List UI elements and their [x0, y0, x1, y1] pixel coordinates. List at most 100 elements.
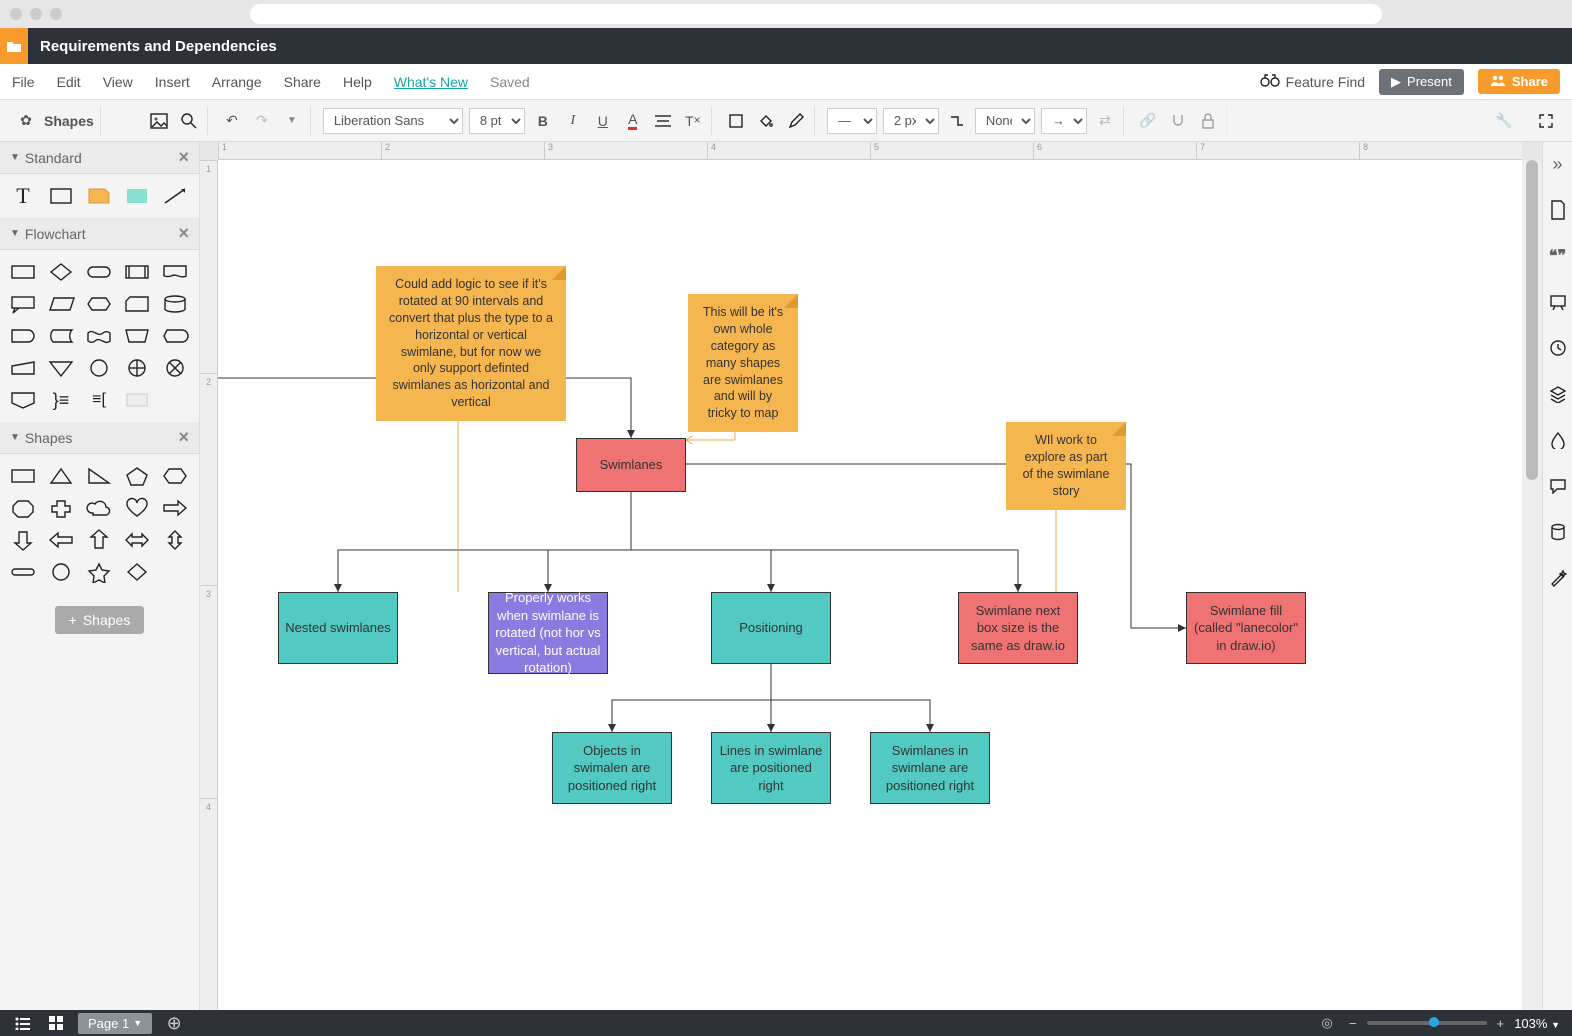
shape-merge[interactable]: [44, 354, 78, 382]
note-explore[interactable]: WIl work to explore as part of the swiml…: [1006, 422, 1126, 510]
zoom-level[interactable]: 103% ▼: [1514, 1016, 1560, 1031]
traffic-light-min[interactable]: [30, 8, 42, 20]
shape-diamond[interactable]: [120, 558, 154, 586]
wrench-icon[interactable]: 🔧: [1492, 109, 1516, 133]
vertical-scrollbar[interactable]: [1522, 160, 1542, 1010]
data-icon[interactable]: [1546, 520, 1570, 544]
menu-arrange[interactable]: Arrange: [212, 74, 262, 90]
close-icon[interactable]: ×: [178, 427, 189, 448]
shape-bar[interactable]: [6, 558, 40, 586]
panel-shapes-header[interactable]: ▼ Shapes ×: [0, 422, 199, 454]
align-icon[interactable]: [651, 109, 675, 133]
shape-arrow-l[interactable]: [44, 526, 78, 554]
shape-righttri[interactable]: [82, 462, 116, 490]
fill-icon[interactable]: [754, 109, 778, 133]
shape-triangle[interactable]: [44, 462, 78, 490]
grid-icon[interactable]: [44, 1011, 68, 1035]
omnibox[interactable]: [250, 4, 1382, 24]
line-shape[interactable]: [158, 182, 192, 210]
shape-db[interactable]: [158, 290, 192, 318]
shape-circle2[interactable]: [44, 558, 78, 586]
shape-cloud[interactable]: [82, 494, 116, 522]
menu-view[interactable]: View: [103, 74, 133, 90]
add-page-icon[interactable]: ⊕: [162, 1011, 186, 1035]
shape-hex2[interactable]: [158, 462, 192, 490]
shape-pentagon[interactable]: [120, 462, 154, 490]
italic-icon[interactable]: I: [561, 109, 585, 133]
zoom-in-icon[interactable]: +: [1497, 1016, 1505, 1031]
traffic-light-close[interactable]: [10, 8, 22, 20]
link-icon[interactable]: 🔗: [1136, 109, 1160, 133]
node-fill[interactable]: Swimlane fill (called "lanecolor" in dra…: [1186, 592, 1306, 664]
comments-icon[interactable]: [1546, 474, 1570, 498]
share-button[interactable]: Share: [1478, 69, 1560, 94]
shape-rect2[interactable]: [6, 462, 40, 490]
shape-input[interactable]: [6, 354, 40, 382]
quote-icon[interactable]: ❝❞: [1546, 244, 1570, 268]
outline-icon[interactable]: [10, 1011, 34, 1035]
swap-ends-icon[interactable]: ⇄: [1093, 109, 1117, 133]
node-boxsize[interactable]: Swimlane next box size is the same as dr…: [958, 592, 1078, 664]
shape-cross[interactable]: [44, 494, 78, 522]
zoom-out-icon[interactable]: −: [1349, 1016, 1357, 1031]
font-size-select[interactable]: 8 pt: [469, 108, 525, 134]
node-swimright[interactable]: Swimlanes in swimlane are positioned rig…: [870, 732, 990, 804]
node-positioning[interactable]: Positioning: [711, 592, 831, 664]
redo-icon[interactable]: ↷: [250, 109, 274, 133]
shape-arrow-d[interactable]: [6, 526, 40, 554]
menu-file[interactable]: File: [12, 74, 35, 90]
underline-icon[interactable]: U: [591, 109, 615, 133]
node-rotated[interactable]: Properly works when swimlane is rotated …: [488, 592, 608, 674]
lock-icon[interactable]: [1196, 109, 1220, 133]
line-fill-select[interactable]: None: [975, 108, 1035, 134]
collapse-rail-icon[interactable]: »: [1546, 152, 1570, 176]
present-rail-icon[interactable]: [1546, 290, 1570, 314]
folder-icon[interactable]: [0, 28, 28, 64]
panel-flowchart-header[interactable]: ▼ Flowchart ×: [0, 218, 199, 250]
shape-storage[interactable]: [44, 322, 78, 350]
panel-standard-header[interactable]: ▼ Standard ×: [0, 142, 199, 174]
shape-star[interactable]: [82, 558, 116, 586]
more-shapes-button[interactable]: + Shapes: [55, 606, 145, 634]
shape-arrow-r[interactable]: [158, 494, 192, 522]
shape-arrow-lr[interactable]: [120, 526, 154, 554]
fullscreen-icon[interactable]: [1534, 109, 1558, 133]
shape-terminator[interactable]: [82, 258, 116, 286]
rect-shape[interactable]: [44, 182, 78, 210]
magnet-icon[interactable]: [1166, 109, 1190, 133]
shape-manual[interactable]: [120, 322, 154, 350]
fill-rect-shape[interactable]: [120, 182, 154, 210]
magic-icon[interactable]: [1546, 566, 1570, 590]
menu-whats-new[interactable]: What's New: [394, 74, 468, 90]
drop-icon[interactable]: [1546, 428, 1570, 452]
image-icon[interactable]: [147, 109, 171, 133]
shape-tape[interactable]: [82, 322, 116, 350]
shape-predefined[interactable]: [120, 258, 154, 286]
shape-callout[interactable]: [6, 290, 40, 318]
pencil-icon[interactable]: [784, 109, 808, 133]
arrow-style-select[interactable]: →: [1041, 108, 1087, 134]
shape-octagon[interactable]: [6, 494, 40, 522]
page-tab[interactable]: Page 1▼: [78, 1013, 152, 1034]
shape-display[interactable]: [158, 322, 192, 350]
shape-offpage[interactable]: [6, 386, 40, 414]
history-icon[interactable]: [1546, 336, 1570, 360]
canvas[interactable]: Could add logic to see if it's rotated a…: [218, 160, 1522, 1010]
line-elbow-icon[interactable]: [945, 109, 969, 133]
shape-delay[interactable]: [6, 322, 40, 350]
shape-comment[interactable]: ≡[: [82, 386, 116, 414]
target-icon[interactable]: ◎: [1315, 1011, 1339, 1035]
node-linesright[interactable]: Lines in swimlane are positioned right: [711, 732, 831, 804]
shape-hex[interactable]: [82, 290, 116, 318]
node-nested[interactable]: Nested swimlanes: [278, 592, 398, 664]
traffic-light-max[interactable]: [50, 8, 62, 20]
line-width-select[interactable]: 2 px: [883, 108, 939, 134]
shape-swimlane[interactable]: [120, 386, 154, 414]
node-swimlanes[interactable]: Swimlanes: [576, 438, 686, 492]
shape-heart[interactable]: [120, 494, 154, 522]
close-icon[interactable]: ×: [178, 147, 189, 168]
layers-icon[interactable]: [1546, 382, 1570, 406]
document-title[interactable]: Requirements and Dependencies: [28, 38, 277, 55]
shape-decision[interactable]: [44, 258, 78, 286]
shape-or[interactable]: [158, 354, 192, 382]
